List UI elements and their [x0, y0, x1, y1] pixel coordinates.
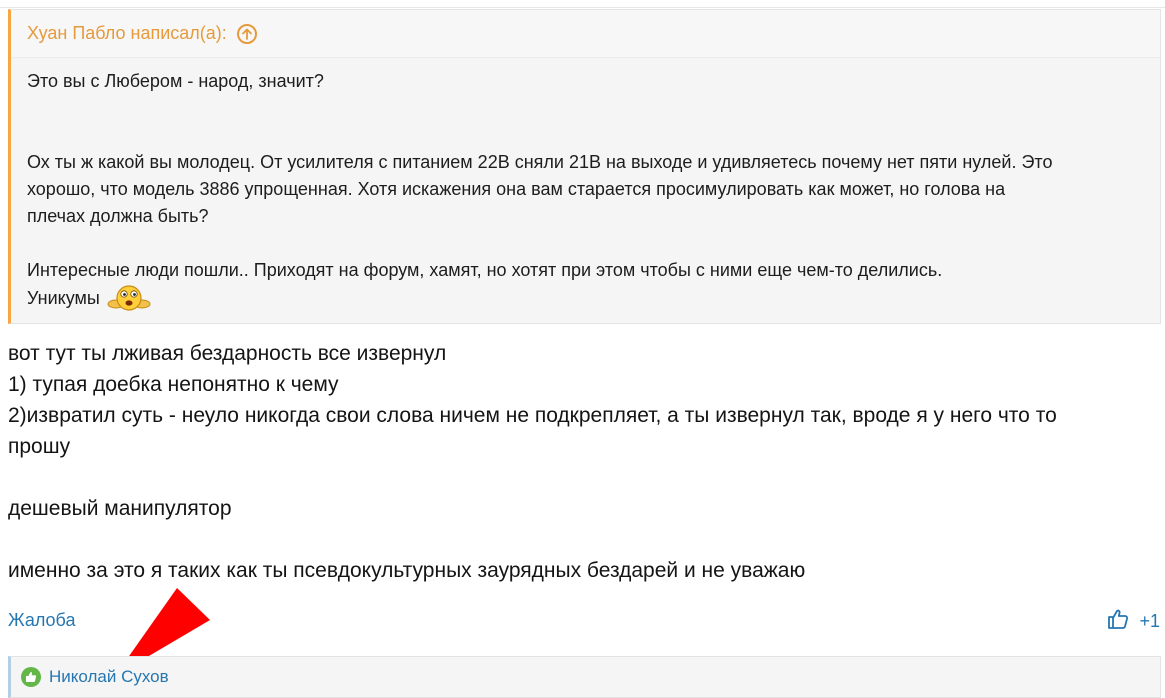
- post-line: вот тут ты лживая бездарность все изверн…: [8, 342, 447, 365]
- quote-header: Хуан Пабло написал(а):: [11, 10, 1160, 58]
- quote-author-link[interactable]: Хуан Пабло написал(а):: [27, 23, 227, 44]
- quote-line: плечах должна быть?: [27, 206, 209, 226]
- quote-line-text: Уникумы: [27, 288, 100, 308]
- report-link[interactable]: Жалоба: [8, 610, 75, 631]
- smiley-emoticon-icon: [106, 284, 152, 320]
- like-count: +1: [1139, 611, 1160, 631]
- quote-body: Это вы с Любером - народ, значит? Ох ты …: [11, 58, 1160, 320]
- quote-line: Это вы с Любером - народ, значит?: [27, 71, 324, 91]
- thumbs-up-reaction-icon: [21, 667, 41, 687]
- post-line: именно за это я таких как ты псевдокульт…: [8, 559, 806, 582]
- quote-line: хорошо, что модель 3886 упрощенная. Хотя…: [27, 179, 1006, 199]
- post-body: вот тут ты лживая бездарность все изверн…: [8, 338, 1158, 586]
- quoted-message: Хуан Пабло написал(а): Это вы с Любером …: [8, 9, 1161, 324]
- top-divider: [0, 0, 1165, 8]
- like-control[interactable]: +1: [1107, 608, 1160, 635]
- arrow-up-circle-icon[interactable]: [236, 23, 257, 44]
- quote-line-last: Уникумы: [27, 284, 1144, 320]
- post-line: прошу: [8, 435, 71, 458]
- reactions-bar: Николай Сухов: [8, 656, 1161, 698]
- post-line: дешевый манипулятор: [8, 497, 232, 520]
- thumbs-up-icon[interactable]: [1107, 608, 1129, 635]
- post-line: 2)извратил суть - неуло никогда свои сло…: [8, 404, 1057, 427]
- reaction-user-link[interactable]: Николай Сухов: [49, 667, 169, 687]
- quote-line: Интересные люди пошли.. Приходят на фору…: [27, 260, 943, 280]
- post-line: 1) тупая доебка непонятно к чему: [8, 373, 339, 396]
- quote-line: Ох ты ж какой вы молодец. От усилителя с…: [27, 152, 1053, 172]
